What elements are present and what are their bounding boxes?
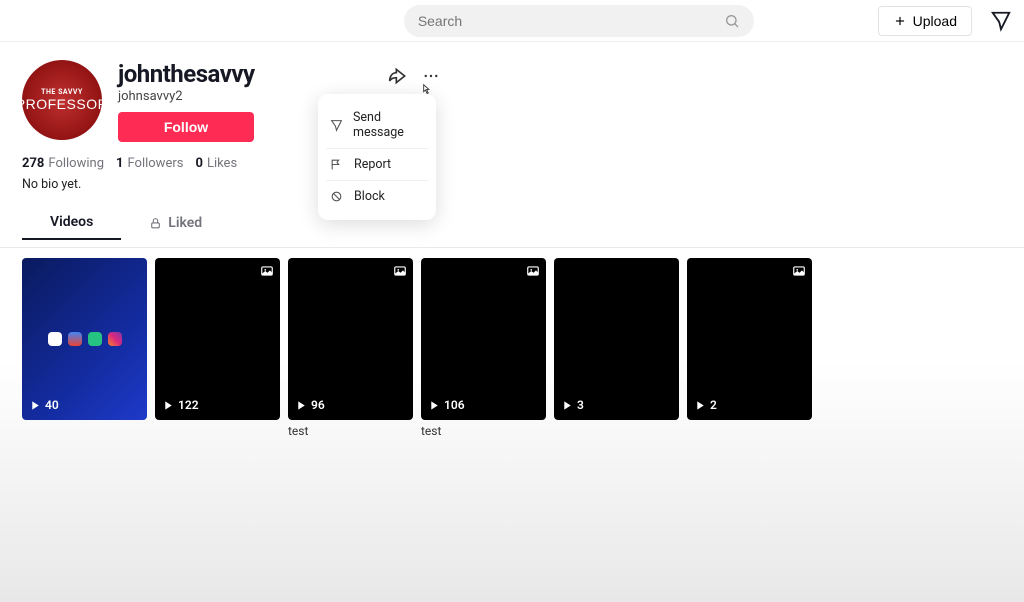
view-count: 106 [429, 398, 465, 412]
upload-label: Upload [913, 13, 957, 29]
profile-section: THE SAVVY PROFESSOR johnthesavvy johnsav… [0, 42, 1024, 248]
video-card[interactable]: 122 [155, 258, 280, 438]
tab-liked-label: Liked [168, 215, 202, 231]
avatar[interactable]: THE SAVVY PROFESSOR [22, 60, 102, 140]
tab-videos[interactable]: Videos [22, 206, 121, 240]
menu-block-label: Block [354, 189, 385, 204]
username: johnsavvy2 [118, 89, 255, 104]
video-caption: test [288, 424, 413, 438]
messages-icon[interactable] [990, 10, 1012, 32]
send-message-icon [330, 119, 343, 132]
video-caption [554, 424, 679, 438]
view-count: 3 [562, 398, 584, 412]
stats-row: 278Following 1Followers 0Likes [22, 156, 1002, 171]
video-thumbnail[interactable]: 3 [554, 258, 679, 420]
display-name: johnthesavvy [118, 60, 255, 88]
video-thumbnail[interactable]: 40 [22, 258, 147, 420]
video-thumbnail[interactable]: 96 [288, 258, 413, 420]
menu-report-label: Report [354, 157, 391, 172]
video-caption [155, 424, 280, 438]
video-thumbnail[interactable]: 122 [155, 258, 280, 420]
plus-icon [893, 14, 907, 28]
menu-send-message[interactable]: Send message [326, 102, 428, 149]
search-icon[interactable] [724, 13, 740, 29]
view-count: 2 [695, 398, 717, 412]
view-count: 40 [30, 398, 59, 412]
follow-button[interactable]: Follow [118, 112, 254, 142]
video-card[interactable]: 2 [687, 258, 812, 438]
video-caption [687, 424, 812, 438]
bio-text: No bio yet. [22, 177, 1002, 192]
video-caption: test [421, 424, 546, 438]
lock-icon [149, 217, 162, 230]
view-count: 96 [296, 398, 325, 412]
photo-icon [792, 264, 806, 278]
video-caption [22, 424, 147, 438]
photo-icon [260, 264, 274, 278]
upload-button[interactable]: Upload [878, 6, 972, 36]
tab-liked[interactable]: Liked [121, 206, 230, 240]
photo-icon [526, 264, 540, 278]
more-options-menu: Send message Report Block [318, 94, 436, 220]
likes-stat[interactable]: 0Likes [195, 156, 237, 171]
avatar-main-text: PROFESSOR [22, 96, 102, 112]
menu-report[interactable]: Report [326, 149, 428, 181]
followers-stat[interactable]: 1Followers [116, 156, 183, 171]
video-card[interactable]: 40 [22, 258, 147, 438]
view-count: 122 [163, 398, 199, 412]
video-grid: 40 122 96 test 106 test 3 2 [0, 248, 1024, 448]
profile-info: johnthesavvy johnsavvy2 Follow [118, 60, 255, 142]
top-bar: Upload [0, 0, 1024, 42]
menu-block[interactable]: Block [318, 181, 436, 212]
video-thumbnail[interactable]: 2 [687, 258, 812, 420]
search-input[interactable] [418, 13, 724, 29]
video-thumbnail[interactable]: 106 [421, 258, 546, 420]
video-card[interactable]: 3 [554, 258, 679, 438]
profile-tabs: Videos Liked [22, 206, 1002, 240]
report-icon [330, 158, 344, 171]
video-card[interactable]: 96 test [288, 258, 413, 438]
photo-icon [393, 264, 407, 278]
block-icon [330, 190, 344, 203]
video-card[interactable]: 106 test [421, 258, 546, 438]
following-stat[interactable]: 278Following [22, 156, 104, 171]
menu-send-message-label: Send message [353, 110, 424, 140]
share-icon[interactable] [388, 66, 408, 86]
avatar-top-text: THE SAVVY [41, 88, 83, 96]
search-box[interactable] [404, 5, 754, 37]
